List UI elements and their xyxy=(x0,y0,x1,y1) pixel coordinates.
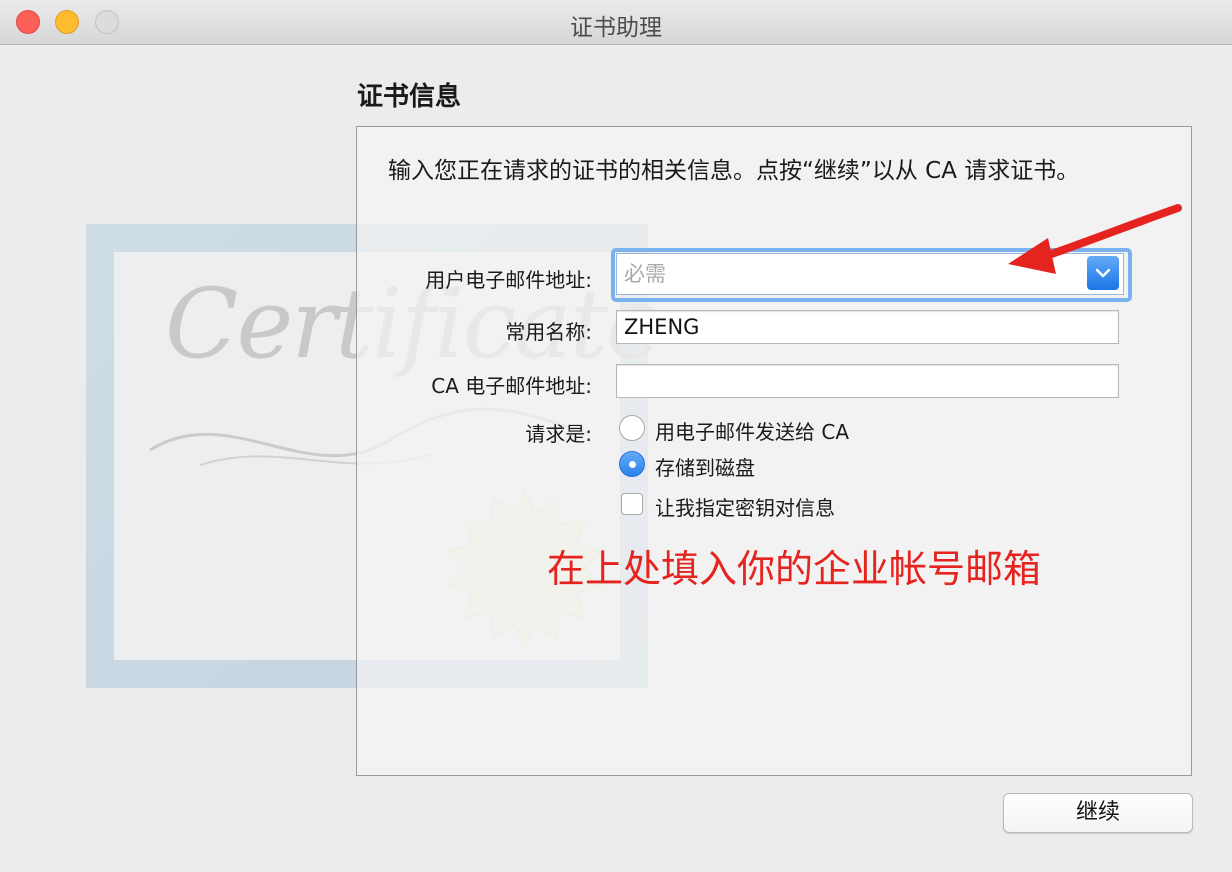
option-specify-key-label[interactable]: 让我指定密钥对信息 xyxy=(655,492,835,521)
option-email-ca-label[interactable]: 用电子邮件发送给 CA xyxy=(655,416,849,445)
common-name-label: 常用名称: xyxy=(505,320,592,344)
common-name-field[interactable]: ZHENG xyxy=(616,310,1119,344)
title-bar: 证书助理 xyxy=(0,0,1232,45)
request-label: 请求是: xyxy=(525,422,592,446)
continue-button[interactable]: 继续 xyxy=(1003,793,1193,833)
email-label: 用户电子邮件地址: xyxy=(425,268,592,292)
section-title: 证书信息 xyxy=(357,82,462,112)
ca-email-field[interactable] xyxy=(616,364,1119,398)
ca-email-label: CA 电子邮件地址: xyxy=(431,374,592,398)
radio-save-disk[interactable] xyxy=(619,451,645,477)
annotation-text: 在上处填入你的企业帐号邮箱 xyxy=(547,547,1042,591)
radio-email-ca[interactable] xyxy=(619,415,645,441)
window-title: 证书助理 xyxy=(570,15,662,41)
intro-text: 输入您正在请求的证书的相关信息。点按“继续”以从 CA 请求证书。 xyxy=(388,158,1080,184)
option-save-disk-label[interactable]: 存储到磁盘 xyxy=(655,452,755,481)
red-arrow-icon xyxy=(1008,204,1182,274)
specify-key-checkbox[interactable] xyxy=(621,493,643,515)
